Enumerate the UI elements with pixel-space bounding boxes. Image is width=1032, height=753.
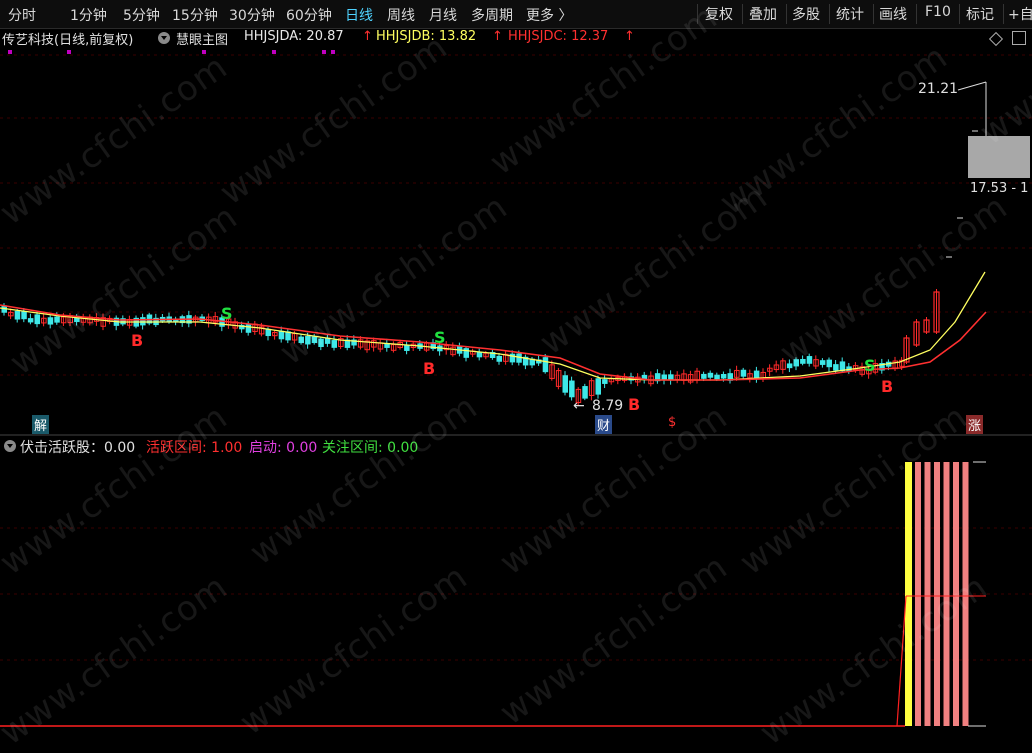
candle [819,358,826,368]
sell-signal: S [221,304,233,323]
candle [674,371,681,384]
finance-badge[interactable]: 财 [595,415,613,434]
candle [707,370,714,381]
candle [179,314,186,327]
candle [489,349,496,360]
arrow-left-icon: ← [573,398,585,414]
candle [21,307,27,323]
buy-signal: B [131,331,144,350]
active-bar [905,462,912,726]
price-low-label: 8.79 [592,398,624,414]
candle [753,366,760,383]
launch-value: 启动: 0.00 [249,440,318,456]
candle [826,357,832,372]
candle [767,364,773,377]
candle [608,376,615,385]
indicator-menu-icon[interactable] [4,440,16,452]
candle [503,350,509,365]
candle [923,317,930,334]
candle [153,313,159,328]
active-bar [915,462,921,726]
candle [384,338,390,352]
candle [913,319,920,347]
buy-signal: B [628,395,641,414]
candle [569,376,575,401]
candle [476,348,483,361]
buy-signal: B [881,377,894,396]
candle [780,358,786,374]
sell-signal: S [864,356,876,375]
candle [588,377,595,401]
candle [371,337,377,352]
candle [648,371,654,387]
candle [404,340,410,355]
candle [668,370,674,385]
candle [879,358,885,374]
candle [463,346,469,362]
candle [522,354,529,370]
candle [602,375,608,389]
candle [681,369,687,385]
sell-signal: S [434,328,446,347]
candle [470,348,476,358]
candle [377,339,384,353]
candle [562,371,568,396]
candle [555,367,562,390]
candle [661,370,667,385]
candle [27,313,34,325]
candle [192,314,199,327]
candle [654,369,661,384]
candle [364,337,370,353]
candle [687,370,694,385]
candle [390,341,397,353]
sub-indicator-title[interactable]: 伏击活跃股：0.00 [20,437,135,457]
candle [595,375,601,399]
candle [694,367,700,384]
price-range-label: 17.53 - 1 [970,181,1029,196]
candle [773,360,780,373]
unlock-badge[interactable]: 解 [32,415,50,434]
active-bar [924,462,931,726]
candle [120,315,126,327]
candle [173,316,179,326]
candle [727,368,733,384]
candle [641,371,648,384]
buy-signal: B [423,359,436,378]
candle [410,341,417,351]
candle [747,369,753,383]
